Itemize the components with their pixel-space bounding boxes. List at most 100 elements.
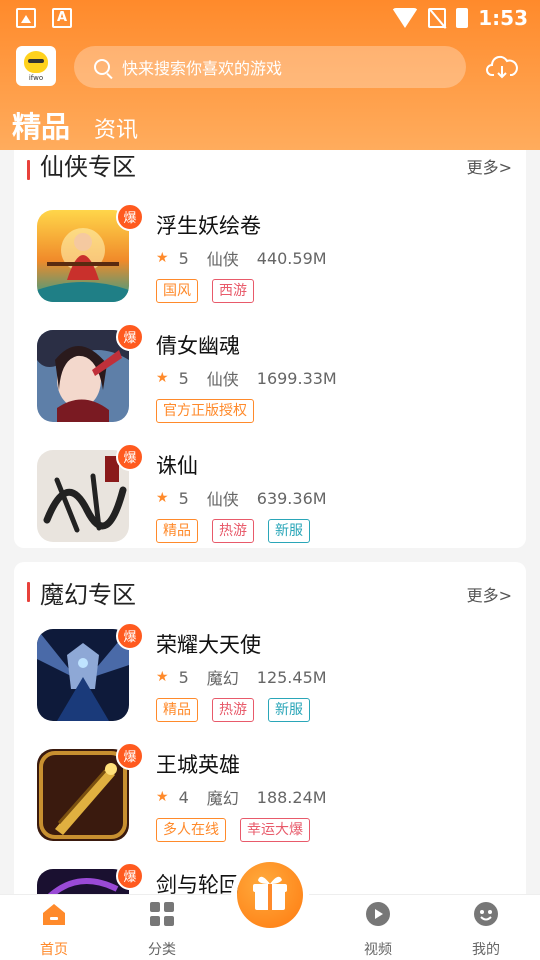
section-magic: 魔幻专区 更多> 爆 荣耀大天使 ★ 5 魔幻 125.45M 精品 热游 新服… — [14, 562, 526, 894]
game-size: 188.24M — [256, 787, 327, 807]
gift-button[interactable] — [237, 862, 303, 928]
font-notification-icon: A — [52, 8, 72, 28]
tab-news[interactable]: 资讯 — [94, 112, 138, 144]
game-icon[interactable] — [37, 749, 129, 841]
game-tags: 官方正版授权 — [156, 399, 254, 423]
game-name: 倩女幽魂 — [156, 334, 240, 358]
game-tag: 多人在线 — [156, 818, 226, 842]
game-item[interactable]: 爆 王城英雄 ★ 4 魔幻 188.24M 多人在线 幸运大爆 — [14, 742, 526, 859]
game-tag: 热游 — [212, 519, 254, 543]
star-icon: ★ — [156, 490, 169, 506]
section-accent-bar — [27, 582, 30, 602]
game-tag: 官方正版授权 — [156, 399, 254, 423]
game-name: 浮生妖绘卷 — [156, 214, 261, 238]
game-genre: 仙侠 — [206, 370, 239, 389]
game-meta: ★ 5 仙侠 639.36M — [156, 486, 327, 510]
game-icon[interactable] — [37, 629, 129, 721]
game-tag: 精品 — [156, 698, 198, 722]
no-sim-icon — [428, 8, 447, 28]
game-tag: 西游 — [212, 279, 254, 303]
header: A 1:53 ifwo 快来搜索你喜欢的游戏 精品 资讯 — [0, 0, 540, 150]
section-accent-bar — [27, 160, 30, 180]
game-tags: 国风 西游 — [156, 279, 254, 303]
game-tag: 国风 — [156, 279, 198, 303]
nav-video[interactable]: 视频 — [338, 895, 418, 960]
status-time: 1:53 — [478, 6, 528, 30]
game-tag: 新服 — [268, 698, 310, 722]
game-genre: 仙侠 — [206, 490, 239, 509]
game-genre: 魔幻 — [206, 789, 239, 808]
game-tags: 精品 热游 新服 — [156, 519, 310, 543]
game-tags: 精品 热游 新服 — [156, 698, 310, 722]
game-size: 125.45M — [256, 667, 327, 687]
game-genre: 魔幻 — [206, 669, 239, 688]
more-link[interactable]: 更多> — [467, 154, 512, 178]
game-meta: ★ 5 魔幻 125.45M — [156, 665, 327, 689]
game-meta: ★ 5 仙侠 440.59M — [156, 246, 327, 270]
logo-text: ifwo — [28, 73, 44, 82]
tab-featured[interactable]: 精品 — [12, 104, 70, 146]
hot-badge: 爆 — [116, 862, 144, 890]
game-tag: 幸运大爆 — [240, 818, 310, 842]
cloud-download-icon[interactable] — [486, 54, 518, 80]
content-scroll[interactable]: 仙侠专区 更多> 爆 浮生妖绘卷 ★ 5 仙侠 440.59M 国风 西游 爆 … — [0, 150, 540, 894]
star-icon: ★ — [156, 669, 169, 685]
hot-badge: 爆 — [116, 622, 144, 650]
game-item[interactable]: 爆 倩女幽魂 ★ 5 仙侠 1699.33M 官方正版授权 — [14, 323, 526, 440]
search-icon — [94, 59, 110, 75]
nav-home[interactable]: 首页 — [14, 895, 94, 960]
game-rating: 4 — [178, 787, 189, 807]
game-tags: 多人在线 幸运大爆 — [156, 818, 310, 842]
smile-icon — [474, 902, 498, 926]
hot-badge: 爆 — [116, 203, 144, 231]
section-title: 仙侠专区 — [40, 153, 136, 181]
game-size: 639.36M — [256, 488, 327, 508]
game-icon[interactable] — [37, 330, 129, 422]
game-rating: 5 — [178, 667, 189, 687]
play-icon — [366, 902, 390, 926]
wifi-icon — [392, 8, 419, 28]
section-title: 魔幻专区 — [40, 581, 136, 609]
app-logo[interactable]: ifwo — [16, 46, 56, 86]
game-item[interactable]: 爆 浮生妖绘卷 ★ 5 仙侠 440.59M 国风 西游 — [14, 203, 526, 320]
logo-face-icon — [24, 50, 48, 73]
game-tag: 热游 — [212, 698, 254, 722]
nav-label: 分类 — [148, 942, 176, 958]
nav-label: 我的 — [472, 942, 500, 958]
gift-icon — [253, 876, 287, 910]
star-icon: ★ — [156, 789, 169, 805]
battery-icon — [456, 8, 469, 28]
game-name: 王城英雄 — [156, 753, 240, 777]
game-rating: 5 — [178, 248, 189, 268]
section-xianxia: 仙侠专区 更多> 爆 浮生妖绘卷 ★ 5 仙侠 440.59M 国风 西游 爆 … — [14, 150, 526, 548]
search-placeholder: 快来搜索你喜欢的游戏 — [122, 59, 283, 78]
game-name: 诛仙 — [156, 454, 198, 478]
game-genre: 仙侠 — [206, 250, 239, 269]
game-tag: 新服 — [268, 519, 310, 543]
search-bar[interactable]: 快来搜索你喜欢的游戏 — [74, 46, 466, 88]
more-link[interactable]: 更多> — [467, 582, 512, 606]
star-icon: ★ — [156, 370, 169, 386]
nav-label: 视频 — [364, 942, 392, 958]
game-icon[interactable] — [37, 450, 129, 542]
game-rating: 5 — [178, 488, 189, 508]
nav-category[interactable]: 分类 — [122, 895, 202, 960]
game-item[interactable]: 爆 诛仙 ★ 5 仙侠 639.36M 精品 热游 新服 — [14, 443, 526, 560]
game-size: 1699.33M — [256, 368, 337, 388]
game-meta: ★ 4 魔幻 188.24M — [156, 785, 327, 809]
hot-badge: 爆 — [116, 323, 144, 351]
nav-label: 首页 — [40, 942, 68, 958]
game-icon[interactable] — [37, 210, 129, 302]
star-icon: ★ — [156, 250, 169, 266]
game-name: 荣耀大天使 — [156, 633, 261, 657]
game-item[interactable]: 爆 荣耀大天使 ★ 5 魔幻 125.45M 精品 热游 新服 — [14, 622, 526, 739]
home-icon — [43, 904, 65, 925]
gallery-notification-icon — [16, 8, 36, 28]
hot-badge: 爆 — [116, 742, 144, 770]
grid-icon — [150, 902, 174, 926]
hot-badge: 爆 — [116, 443, 144, 471]
game-rating: 5 — [178, 368, 189, 388]
status-bar: A 1:53 — [0, 0, 540, 36]
game-name: 剑与轮回 — [156, 873, 240, 894]
nav-profile[interactable]: 我的 — [446, 895, 526, 960]
